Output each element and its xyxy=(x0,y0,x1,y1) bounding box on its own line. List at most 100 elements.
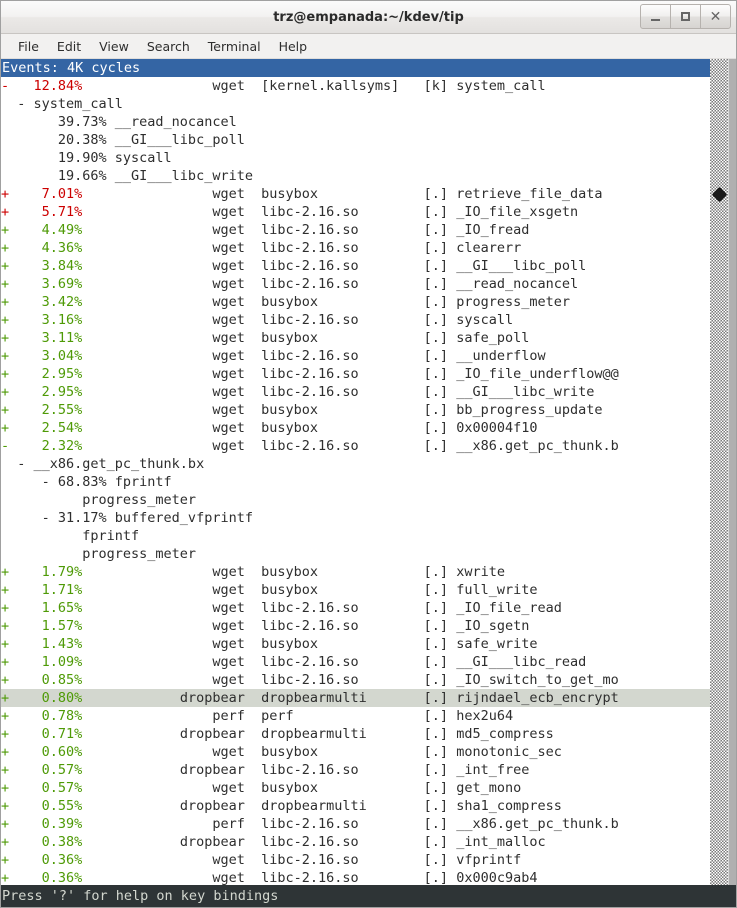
expand-toggle[interactable]: + xyxy=(1,852,9,868)
callchain-row[interactable]: progress_meter xyxy=(1,545,712,563)
expand-toggle[interactable]: + xyxy=(1,222,9,238)
table-row[interactable]: + 0.57% wget busybox [.] get_mono xyxy=(1,779,712,797)
menu-item-search[interactable]: Search xyxy=(138,37,199,56)
callchain-row[interactable]: - 68.83% fprintf xyxy=(1,473,712,491)
expand-toggle[interactable]: + xyxy=(1,348,9,364)
symbol-kind: [.] xyxy=(423,672,449,688)
command-name: wget xyxy=(82,744,245,760)
expand-toggle[interactable]: + xyxy=(1,384,9,400)
expand-toggle[interactable]: + xyxy=(1,582,9,598)
expand-toggle[interactable]: + xyxy=(1,762,9,778)
table-row[interactable]: + 3.16% wget libc-2.16.so [.] syscall xyxy=(1,311,712,329)
table-row[interactable]: + 2.55% wget busybox [.] bb_progress_upd… xyxy=(1,401,712,419)
expand-toggle[interactable]: + xyxy=(1,870,9,885)
expand-toggle[interactable]: + xyxy=(1,798,9,814)
command-name: wget xyxy=(82,240,245,256)
table-row[interactable]: + 0.36% wget libc-2.16.so [.] 0x000c9ab4 xyxy=(1,869,712,885)
table-row[interactable]: + 1.09% wget libc-2.16.so [.] __GI___lib… xyxy=(1,653,712,671)
table-row[interactable]: + 1.57% wget libc-2.16.so [.] _IO_sgetn xyxy=(1,617,712,635)
callchain-row[interactable]: progress_meter xyxy=(1,491,712,509)
table-row[interactable]: + 1.65% wget libc-2.16.so [.] _IO_file_r… xyxy=(1,599,712,617)
expand-toggle[interactable]: - xyxy=(1,438,9,454)
scrollbar-trough[interactable] xyxy=(710,59,728,885)
expand-toggle[interactable]: - xyxy=(1,78,9,94)
menu-item-terminal[interactable]: Terminal xyxy=(199,37,270,56)
expand-toggle[interactable]: + xyxy=(1,780,9,796)
symbol-kind: [.] xyxy=(423,780,449,796)
table-row[interactable]: + 2.54% wget busybox [.] 0x00004f10 xyxy=(1,419,712,437)
table-row[interactable]: - 12.84% wget [kernel.kallsyms] [k] syst… xyxy=(1,77,712,95)
menu-item-help[interactable]: Help xyxy=(270,37,317,56)
menu-item-edit[interactable]: Edit xyxy=(48,37,90,56)
table-row[interactable]: + 5.71% wget libc-2.16.so [.] _IO_file_x… xyxy=(1,203,712,221)
expand-toggle[interactable]: + xyxy=(1,618,9,634)
expand-toggle[interactable]: + xyxy=(1,654,9,670)
symbol-name: system_call xyxy=(448,78,546,94)
terminal-content[interactable]: Events: 4K cycles - 12.84% wget [kernel.… xyxy=(1,59,736,885)
callchain-row[interactable]: 39.73% __read_nocancel xyxy=(1,113,712,131)
expand-toggle[interactable]: + xyxy=(1,312,9,328)
menu-item-file[interactable]: File xyxy=(9,37,48,56)
table-row[interactable]: + 0.38% dropbear libc-2.16.so [.] _int_m… xyxy=(1,833,712,851)
expand-toggle[interactable]: + xyxy=(1,276,9,292)
table-row[interactable]: + 0.80% dropbear dropbearmulti [.] rijnd… xyxy=(1,689,712,707)
callchain-row[interactable]: - 31.17% buffered_vfprintf xyxy=(1,509,712,527)
menu-item-view[interactable]: View xyxy=(90,37,138,56)
table-row[interactable]: + 7.01% wget busybox [.] retrieve_file_d… xyxy=(1,185,712,203)
callchain-row[interactable]: fprintf xyxy=(1,527,712,545)
table-row[interactable]: + 4.36% wget libc-2.16.so [.] clearerr xyxy=(1,239,712,257)
table-row[interactable]: + 4.49% wget libc-2.16.so [.] _IO_fread xyxy=(1,221,712,239)
expand-toggle[interactable]: + xyxy=(1,600,9,616)
expand-toggle[interactable]: + xyxy=(1,834,9,850)
callchain-row[interactable]: 19.66% __GI___libc_write xyxy=(1,167,712,185)
expand-toggle[interactable]: + xyxy=(1,402,9,418)
table-row[interactable]: + 0.60% wget busybox [.] monotonic_sec xyxy=(1,743,712,761)
overhead-percent: 2.95% xyxy=(9,384,83,400)
expand-toggle[interactable]: + xyxy=(1,330,9,346)
table-row[interactable]: + 0.57% dropbear libc-2.16.so [.] _int_f… xyxy=(1,761,712,779)
title-bar[interactable]: trz@empanada:~/kdev/tip ✕ xyxy=(1,1,736,34)
expand-toggle[interactable]: + xyxy=(1,744,9,760)
table-row[interactable]: + 1.71% wget busybox [.] full_write xyxy=(1,581,712,599)
table-row[interactable]: + 1.79% wget busybox [.] xwrite xyxy=(1,563,712,581)
expand-toggle[interactable]: + xyxy=(1,258,9,274)
expand-toggle[interactable]: + xyxy=(1,204,9,220)
callchain-row[interactable]: 20.38% __GI___libc_poll xyxy=(1,131,712,149)
table-row[interactable]: - 2.32% wget libc-2.16.so [.] __x86.get_… xyxy=(1,437,712,455)
expand-toggle[interactable]: + xyxy=(1,186,9,202)
expand-toggle[interactable]: + xyxy=(1,690,9,706)
expand-toggle[interactable]: + xyxy=(1,726,9,742)
expand-toggle[interactable]: + xyxy=(1,366,9,382)
expand-toggle[interactable]: + xyxy=(1,420,9,436)
expand-toggle[interactable]: + xyxy=(1,636,9,652)
symbol-kind: [.] xyxy=(423,708,449,724)
expand-toggle[interactable]: + xyxy=(1,240,9,256)
table-row[interactable]: + 2.95% wget libc-2.16.so [.] _IO_file_u… xyxy=(1,365,712,383)
table-row[interactable]: + 1.43% wget busybox [.] safe_write xyxy=(1,635,712,653)
callchain-row[interactable]: 19.90% syscall xyxy=(1,149,712,167)
vertical-scrollbar[interactable] xyxy=(710,59,736,885)
table-row[interactable]: + 0.71% dropbear dropbearmulti [.] md5_c… xyxy=(1,725,712,743)
callchain-row[interactable]: - __x86.get_pc_thunk.bx xyxy=(1,455,712,473)
expand-toggle[interactable]: + xyxy=(1,294,9,310)
table-row[interactable]: + 0.85% wget libc-2.16.so [.] _IO_switch… xyxy=(1,671,712,689)
table-row[interactable]: + 2.95% wget libc-2.16.so [.] __GI___lib… xyxy=(1,383,712,401)
table-row[interactable]: + 3.11% wget busybox [.] safe_poll xyxy=(1,329,712,347)
shared-object: libc-2.16.so xyxy=(244,672,424,688)
table-row[interactable]: + 3.69% wget libc-2.16.so [.] __read_noc… xyxy=(1,275,712,293)
table-row[interactable]: + 0.39% perf libc-2.16.so [.] __x86.get_… xyxy=(1,815,712,833)
expand-toggle[interactable]: + xyxy=(1,816,9,832)
expand-toggle[interactable]: + xyxy=(1,564,9,580)
minimize-button[interactable] xyxy=(640,4,671,29)
expand-toggle[interactable]: + xyxy=(1,708,9,724)
table-row[interactable]: + 3.04% wget libc-2.16.so [.] __underflo… xyxy=(1,347,712,365)
table-row[interactable]: + 0.36% wget libc-2.16.so [.] vfprintf xyxy=(1,851,712,869)
maximize-button[interactable] xyxy=(670,4,701,29)
expand-toggle[interactable]: + xyxy=(1,672,9,688)
callchain-row[interactable]: - system_call xyxy=(1,95,712,113)
table-row[interactable]: + 3.42% wget busybox [.] progress_meter xyxy=(1,293,712,311)
table-row[interactable]: + 0.55% dropbear dropbearmulti [.] sha1_… xyxy=(1,797,712,815)
close-button[interactable]: ✕ xyxy=(700,4,731,29)
table-row[interactable]: + 3.84% wget libc-2.16.so [.] __GI___lib… xyxy=(1,257,712,275)
table-row[interactable]: + 0.78% perf perf [.] hex2u64 xyxy=(1,707,712,725)
